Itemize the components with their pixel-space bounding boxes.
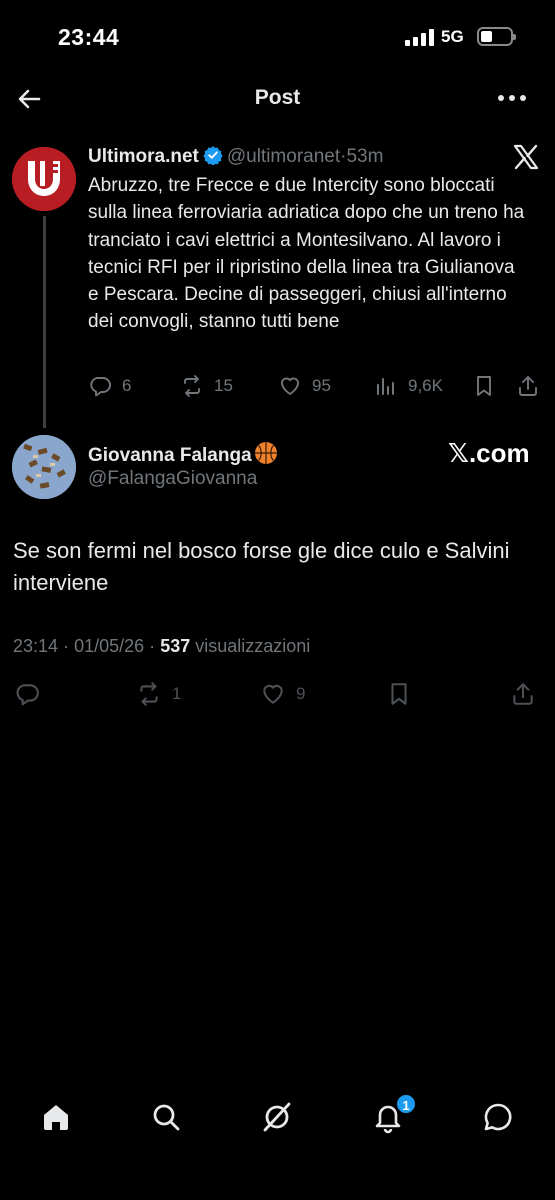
repost-count: 15 [214, 376, 233, 395]
x-com-watermark: 𝕏.com [448, 438, 530, 468]
x-logo-icon [512, 143, 540, 171]
like-count: 95 [312, 376, 331, 395]
header: Post [0, 72, 555, 126]
thread-line [43, 216, 46, 428]
quoted-tweet-text: Abruzzo, tre Frecce e due Intercity sono… [88, 175, 525, 333]
verified-badge-icon [203, 146, 223, 165]
battery-icon [477, 27, 516, 46]
nav-search[interactable] [149, 1100, 183, 1134]
repost-button[interactable]: 1 [136, 680, 181, 708]
messages-icon [484, 1103, 512, 1131]
bookmark-button[interactable] [472, 372, 496, 400]
repost-icon [140, 682, 158, 706]
author-handle[interactable]: @FalangaGiovanna [88, 468, 257, 490]
share-button[interactable] [510, 680, 536, 708]
nav-home[interactable] [39, 1100, 73, 1134]
like-button[interactable]: 9 [260, 680, 305, 708]
tweet-meta: 23:14 · 01/05/26 · 537 visualizzazioni [13, 636, 310, 657]
like-count: 9 [296, 684, 306, 703]
page-title: Post [254, 86, 301, 109]
status-bar: 23:44 5G [0, 0, 555, 70]
quoted-tweet-header: Ultimora.net @ultimoranet·53m [88, 145, 383, 168]
share-icon [519, 376, 537, 396]
reply-button[interactable] [14, 680, 40, 708]
basketball-icon [254, 442, 277, 464]
repost-icon [184, 375, 200, 397]
grok-icon [263, 1102, 291, 1132]
author-name[interactable]: Giovanna Falanga [88, 445, 252, 466]
tweet-age: 53m [346, 146, 384, 167]
share-button[interactable] [516, 372, 540, 400]
signal-icon [405, 28, 435, 46]
views-label: visualizzazioni [195, 636, 311, 656]
status-time: 23:44 [58, 24, 120, 50]
bookmark-icon [477, 376, 491, 396]
repost-count: 1 [172, 684, 182, 703]
quoted-tweet-actions: 6 15 95 9,6K [88, 372, 543, 402]
views-count: 537 [160, 636, 191, 656]
tweet-time: 23:14 [13, 636, 59, 656]
like-button[interactable]: 95 [278, 372, 331, 400]
reply-button[interactable]: 6 [88, 372, 131, 400]
avatar[interactable] [12, 435, 76, 499]
author-handle[interactable]: @ultimoranet [227, 146, 340, 167]
avatar-image [12, 435, 76, 499]
home-icon [44, 1105, 68, 1130]
views-count: 9,6K [408, 376, 443, 395]
reply-count: 6 [122, 376, 132, 395]
bookmark-button[interactable] [386, 680, 412, 708]
repost-button[interactable]: 15 [180, 372, 233, 400]
avatar[interactable] [12, 147, 76, 211]
reply-icon [16, 684, 39, 706]
bottom-nav: 1 [0, 1090, 555, 1146]
nav-messages[interactable] [481, 1100, 515, 1134]
more-options-icon[interactable] [498, 92, 530, 104]
search-icon [153, 1104, 180, 1131]
author-name[interactable]: Ultimora.net [88, 146, 199, 167]
views-button[interactable]: 9,6K [374, 372, 443, 400]
ultimora-logo-icon [12, 147, 76, 211]
heart-icon [281, 377, 299, 395]
reply-icon [90, 377, 111, 397]
reply-tweet-actions: 1 9 [14, 680, 544, 712]
bookmark-icon [391, 683, 407, 705]
heart-icon [263, 684, 283, 704]
reply-tweet-text: Se son fermi nel bosco forse gle dice cu… [13, 538, 510, 595]
notification-badge: 1 [395, 1093, 417, 1115]
share-icon [513, 683, 533, 705]
separator: · [149, 636, 156, 656]
separator: · [63, 636, 70, 656]
tweet-date: 01/05/26 [74, 636, 145, 656]
network-type: 5G [441, 27, 464, 46]
nav-grok[interactable] [260, 1100, 294, 1134]
views-chart-icon [377, 378, 394, 395]
reply-author: Giovanna Falanga [88, 441, 278, 467]
